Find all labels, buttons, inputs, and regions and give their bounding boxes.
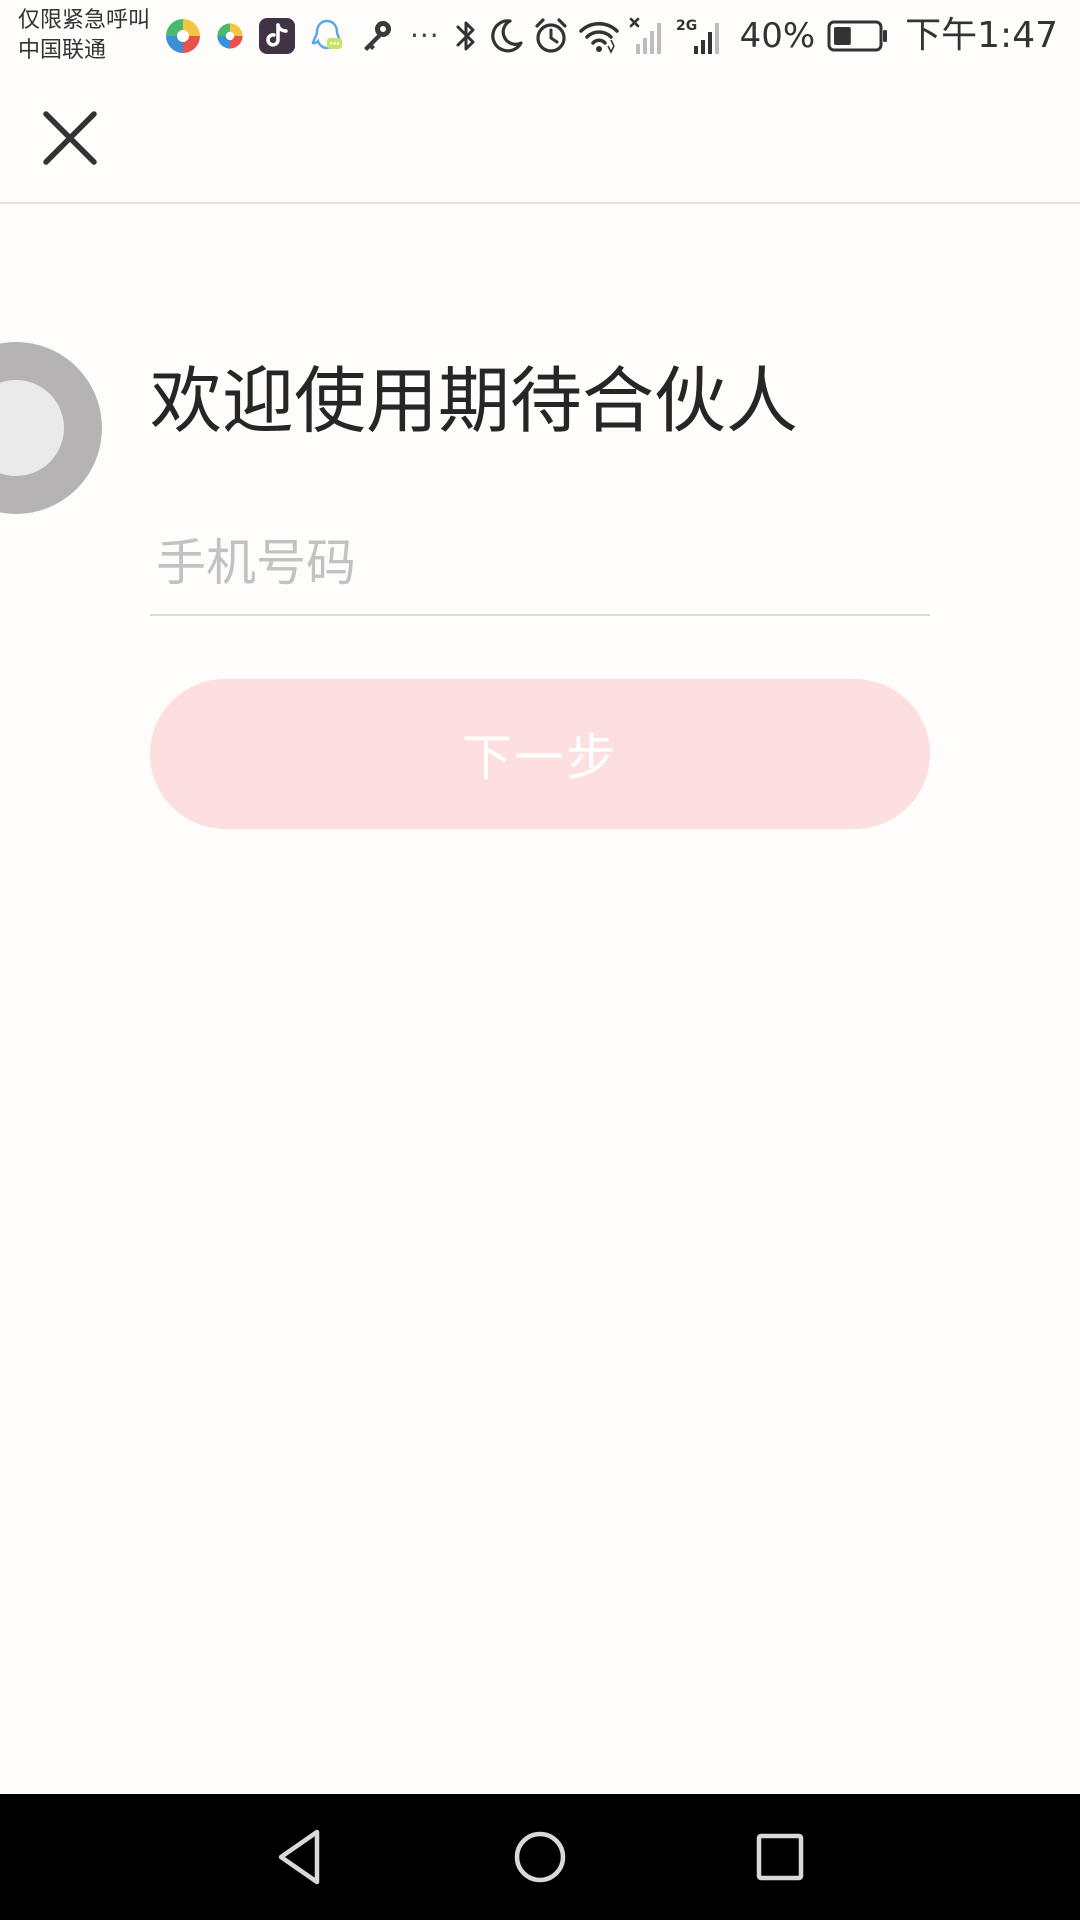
carrier-info: 仅限紧急呼叫 中国联通 bbox=[18, 6, 150, 66]
carrier-name: 中国联通 bbox=[18, 38, 107, 63]
qq-icon bbox=[311, 19, 343, 50]
notification-icons: ··· bbox=[164, 16, 440, 56]
signal-icon-no-sim bbox=[629, 17, 661, 54]
back-icon[interactable] bbox=[265, 1822, 335, 1892]
app-header bbox=[0, 72, 1080, 204]
signal-icon-2g: 2G bbox=[676, 18, 719, 54]
colorful-ball-small-app-icon bbox=[217, 23, 243, 49]
carrier-emergency-text: 仅限紧急呼叫 bbox=[18, 8, 151, 33]
decorative-circle bbox=[0, 342, 102, 514]
battery-icon bbox=[827, 20, 888, 52]
phone-number-input[interactable] bbox=[150, 512, 930, 616]
tiktok-icon bbox=[259, 18, 295, 54]
network-type-label: 2G bbox=[676, 18, 697, 34]
more-notifications-indicator: ··· bbox=[410, 19, 440, 52]
status-bar: 仅限紧急呼叫 中国联通 ··· 2G 40% 下午1:47 bbox=[0, 0, 1080, 72]
close-icon[interactable] bbox=[38, 106, 102, 170]
page-title: 欢迎使用期待合伙人 bbox=[150, 359, 799, 443]
key-icon bbox=[364, 21, 391, 51]
colorful-ball-app-icon bbox=[166, 19, 200, 53]
navigation-bar bbox=[0, 1794, 1080, 1920]
moon-icon bbox=[490, 19, 523, 53]
system-icons: 2G 40% 下午1:47 bbox=[452, 14, 1058, 58]
next-step-button[interactable]: 下一步 bbox=[150, 679, 930, 829]
login-screen: 仅限紧急呼叫 中国联通 ··· 2G 40% 下午1:47 欢迎使用期待合伙人 … bbox=[0, 0, 1080, 1920]
recent-apps-icon[interactable] bbox=[745, 1822, 815, 1892]
home-icon[interactable] bbox=[505, 1822, 575, 1892]
alarm-icon bbox=[534, 18, 567, 53]
clock: 下午1:47 bbox=[905, 15, 1058, 56]
wifi-icon bbox=[578, 22, 619, 54]
bluetooth-icon bbox=[456, 21, 475, 51]
battery-percent: 40% bbox=[739, 16, 816, 56]
